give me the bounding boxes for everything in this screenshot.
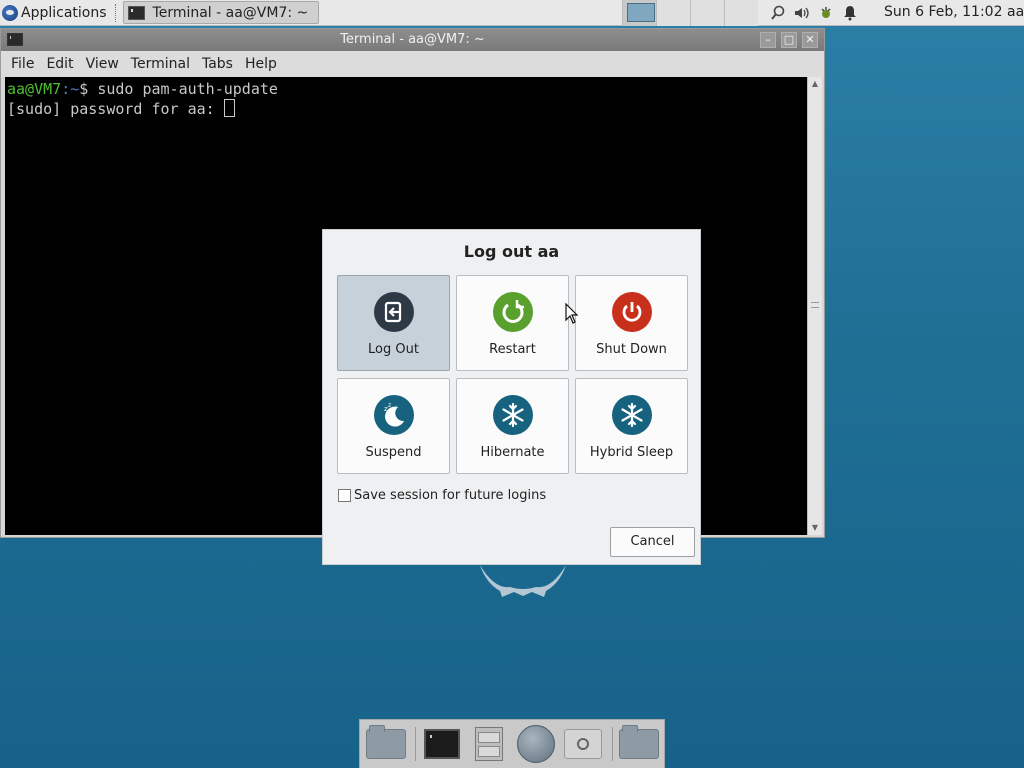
maximize-icon[interactable]: □ xyxy=(781,32,797,48)
applications-label: Applications xyxy=(21,4,107,21)
terminal-app-icon[interactable] xyxy=(7,33,23,46)
workspace-2[interactable] xyxy=(656,0,690,26)
suspend-button[interactable]: zz Suspend xyxy=(337,378,450,474)
dock-separator xyxy=(612,727,613,761)
prompt-user: aa@VM7 xyxy=(7,80,62,98)
restart-label: Restart xyxy=(489,342,536,357)
restart-icon xyxy=(493,292,533,332)
shutdown-label: Shut Down xyxy=(596,342,667,357)
save-session-row[interactable]: Save session for future logins xyxy=(338,488,546,503)
terminal-scrollbar[interactable]: ▲ ▼ xyxy=(807,77,822,535)
text-cursor xyxy=(223,99,235,117)
scroll-down-icon[interactable]: ▼ xyxy=(810,523,820,533)
cancel-button[interactable]: Cancel xyxy=(610,527,695,557)
workspace-4[interactable] xyxy=(724,0,758,26)
workspace-3[interactable] xyxy=(690,0,724,26)
dock-terminal[interactable] xyxy=(420,722,464,766)
dock-app-finder[interactable] xyxy=(561,722,605,766)
menu-terminal[interactable]: Terminal xyxy=(125,56,196,72)
logout-button[interactable]: Log Out xyxy=(337,275,450,371)
logout-label: Log Out xyxy=(368,342,419,357)
menu-help[interactable]: Help xyxy=(239,56,283,72)
terminal-command: sudo pam-auth-update xyxy=(97,80,278,98)
taskbar-terminal-button[interactable]: Terminal - aa@VM7: ~ xyxy=(122,1,319,24)
xfce-logo-icon xyxy=(2,4,18,21)
hibernate-button[interactable]: Hibernate xyxy=(456,378,569,474)
menu-edit[interactable]: Edit xyxy=(40,56,79,72)
dock-separator xyxy=(415,727,416,761)
package-updates-icon[interactable] xyxy=(814,3,838,23)
sudo-prompt: [sudo] password for aa: xyxy=(7,100,224,118)
folder-icon xyxy=(618,725,659,759)
dock-web-browser[interactable] xyxy=(514,722,558,766)
scroll-grip[interactable] xyxy=(811,302,819,308)
prompt-path: :~ xyxy=(61,80,80,98)
menu-file[interactable]: File xyxy=(5,56,40,72)
terminal-icon xyxy=(127,5,145,20)
snowflake-icon xyxy=(612,395,652,435)
restart-button[interactable]: Restart xyxy=(456,275,569,371)
terminal-command-line: aa@VM7:~$ sudo pam-auth-update xyxy=(7,79,805,99)
web-browser-icon xyxy=(517,725,555,763)
volume-icon[interactable] xyxy=(790,3,814,23)
menu-view[interactable]: View xyxy=(80,56,125,72)
notification-bell-icon[interactable] xyxy=(838,3,862,23)
save-session-checkbox[interactable] xyxy=(338,489,351,502)
menu-tabs[interactable]: Tabs xyxy=(196,56,239,72)
logout-icon xyxy=(374,292,414,332)
terminal-icon xyxy=(423,729,460,759)
minimize-icon[interactable]: – xyxy=(760,32,776,48)
workspace-switcher xyxy=(622,0,758,26)
home-folder-icon xyxy=(366,725,406,759)
terminal-menubar: File Edit View Terminal Tabs Help xyxy=(1,51,824,77)
svg-text:z: z xyxy=(388,402,391,409)
prompt-symbol: $ xyxy=(79,80,98,98)
power-icon xyxy=(612,292,652,332)
taskbar-terminal-label: Terminal - aa@VM7: ~ xyxy=(152,4,309,21)
logout-dialog: Log out aa Log Out Restart Shut Down zz … xyxy=(322,229,701,565)
dock-folder[interactable] xyxy=(617,722,661,766)
hybrid-sleep-button[interactable]: Hybrid Sleep xyxy=(575,378,688,474)
dock-home-folder[interactable] xyxy=(364,722,408,766)
hibernate-label: Hibernate xyxy=(480,445,545,460)
dock-file-cabinet[interactable] xyxy=(467,722,511,766)
search-icon[interactable] xyxy=(766,3,790,23)
workspace-1[interactable] xyxy=(622,0,656,26)
system-tray xyxy=(766,0,862,26)
moon-icon: zz xyxy=(374,395,414,435)
app-finder-icon xyxy=(564,729,603,759)
terminal-titlebar[interactable]: Terminal - aa@VM7: ~ – □ ✕ xyxy=(1,29,824,51)
hybrid-sleep-label: Hybrid Sleep xyxy=(589,445,674,460)
clock[interactable]: Sun 6 Feb, 11:02 xyxy=(884,4,1002,20)
snowflake-icon xyxy=(493,395,533,435)
scroll-up-icon[interactable]: ▲ xyxy=(810,79,820,89)
mouse-pointer-icon xyxy=(565,303,579,324)
terminal-sudo-line: [sudo] password for aa: xyxy=(7,99,805,119)
terminal-title: Terminal - aa@VM7: ~ xyxy=(340,32,485,47)
applications-menu-button[interactable]: Applications xyxy=(0,1,111,25)
save-session-label[interactable]: Save session for future logins xyxy=(354,488,546,503)
shutdown-button[interactable]: Shut Down xyxy=(575,275,688,371)
user-menu[interactable]: aa xyxy=(1007,4,1024,20)
panel-separator xyxy=(114,3,119,22)
file-cabinet-icon xyxy=(474,727,503,761)
top-panel: Applications Terminal - aa@VM7: ~ Sun 6 … xyxy=(0,0,1024,26)
dock xyxy=(359,719,665,768)
xfce-mouse-mascot-icon xyxy=(480,565,566,597)
close-icon[interactable]: ✕ xyxy=(802,32,818,48)
suspend-label: Suspend xyxy=(365,445,422,460)
dialog-title: Log out aa xyxy=(463,242,560,261)
